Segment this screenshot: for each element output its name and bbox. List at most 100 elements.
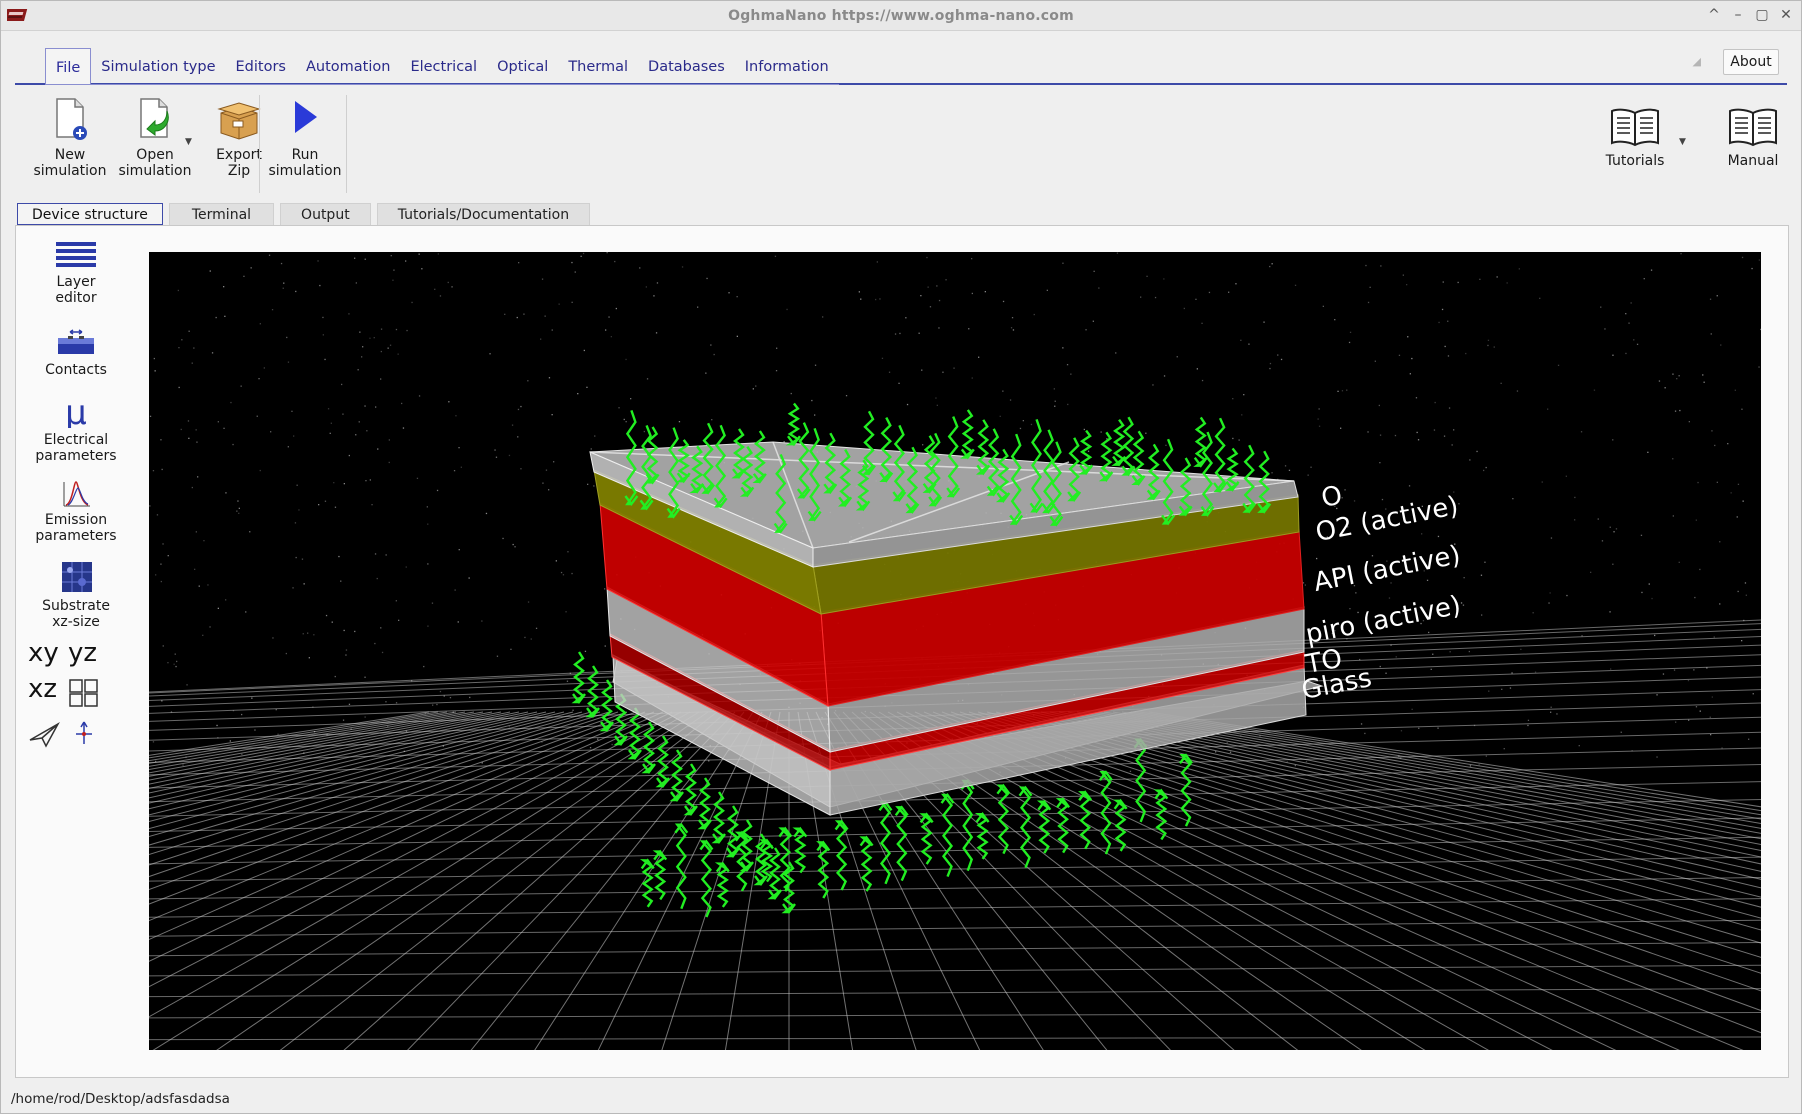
window-close-button[interactable]: ✕ (1777, 5, 1795, 25)
tutorials-dropdown-arrow-icon[interactable]: ▼ (1679, 137, 1686, 147)
star (1716, 481, 1718, 483)
star (584, 650, 587, 652)
emission-parameters-button[interactable]: Emission parameters (16, 478, 136, 544)
star (380, 378, 382, 380)
paper-plane-icon[interactable] (28, 720, 60, 748)
star (705, 372, 707, 374)
star (393, 269, 395, 271)
star (385, 554, 387, 556)
window-shade-button[interactable]: ^ (1705, 5, 1723, 25)
tab-device-structure[interactable]: Device structure (17, 203, 163, 225)
star (1443, 435, 1446, 437)
star (1408, 485, 1411, 487)
star (1360, 723, 1363, 725)
star (1434, 401, 1436, 404)
star (574, 271, 576, 273)
manual-label: Manual (1727, 153, 1779, 169)
star (292, 587, 294, 589)
star (1444, 345, 1446, 348)
star (240, 385, 242, 387)
new-simulation-button[interactable]: New simulation (29, 97, 111, 179)
star (1680, 253, 1682, 255)
about-button[interactable]: About (1723, 49, 1779, 75)
star (329, 432, 331, 434)
view-xy-button[interactable]: xy (28, 638, 59, 668)
window-maximize-button[interactable]: ▢ (1753, 5, 1771, 25)
star (1140, 296, 1142, 298)
star (562, 574, 565, 576)
star (643, 430, 645, 433)
star (405, 566, 407, 568)
menu-tab-optical[interactable]: Optical (487, 50, 558, 84)
star (1709, 716, 1711, 718)
star (1340, 427, 1342, 429)
star (237, 500, 239, 502)
substrate-size-button[interactable]: Substrate xz-size (16, 560, 136, 630)
star (938, 327, 940, 329)
star (160, 580, 162, 583)
menu-tab-simulation-type[interactable]: Simulation type (91, 50, 225, 84)
star (375, 406, 377, 408)
tab-terminal[interactable]: Terminal (168, 203, 275, 225)
photon-arrow (940, 793, 955, 878)
menu-tab-editors[interactable]: Editors (226, 50, 296, 84)
menu-tab-information[interactable]: Information (735, 50, 839, 84)
grid-line (149, 941, 1761, 957)
star (567, 551, 569, 553)
star (1574, 519, 1576, 521)
star (610, 336, 612, 338)
star (1527, 719, 1530, 721)
menu-tab-automation[interactable]: Automation (296, 50, 400, 84)
star (319, 284, 321, 287)
star (540, 338, 542, 340)
tutorials-button[interactable]: Tutorials (1595, 107, 1675, 169)
view-yz-button[interactable]: yz (68, 638, 97, 668)
star (1411, 357, 1413, 360)
axis-direction-icon[interactable] (72, 720, 96, 748)
star (1737, 590, 1739, 593)
device-3d-viewport[interactable]: O O2 (active) API (active) piro (active)… (149, 252, 1761, 1050)
star (250, 267, 252, 269)
window-minimize-button[interactable]: – (1729, 5, 1747, 25)
star (1481, 614, 1483, 616)
manual-button[interactable]: Manual (1713, 107, 1793, 169)
star (174, 653, 176, 655)
star (1500, 382, 1502, 384)
title-bar: OghmaNano https://www.oghma-nano.com ^ –… (1, 1, 1801, 31)
run-simulation-button[interactable]: Run simulation (265, 97, 345, 179)
star (1516, 390, 1519, 392)
grid-line (149, 964, 1761, 977)
view-xz-button[interactable]: xz (28, 674, 57, 704)
window-title: OghmaNano https://www.oghma-nano.com (728, 8, 1074, 24)
star (1030, 423, 1033, 426)
star (395, 600, 397, 602)
star (167, 555, 169, 557)
menu-tab-databases[interactable]: Databases (638, 50, 735, 84)
menu-tab-thermal[interactable]: Thermal (558, 50, 638, 84)
photon-arrow (960, 409, 975, 460)
tab-output[interactable]: Output (280, 203, 371, 225)
layer-editor-button[interactable]: Layer editor (16, 240, 136, 306)
contacts-button[interactable]: Contacts (16, 328, 136, 378)
star (1294, 764, 1296, 767)
star (942, 371, 944, 373)
star (1066, 364, 1069, 366)
grid-line (149, 711, 493, 777)
star (1070, 373, 1072, 375)
star (1437, 535, 1440, 538)
open-dropdown-arrow-icon[interactable]: ▼ (185, 137, 192, 147)
star (1604, 328, 1606, 330)
four-view-grid-icon[interactable] (68, 678, 100, 708)
menu-tab-electrical[interactable]: Electrical (400, 50, 487, 84)
star (1062, 347, 1064, 349)
tab-tutorials-documentation[interactable]: Tutorials/Documentation (376, 203, 591, 225)
star (1601, 540, 1604, 542)
star (188, 330, 190, 332)
star (1609, 526, 1611, 528)
star (1730, 492, 1732, 494)
star (1672, 458, 1674, 460)
menu-tab-file[interactable]: File (45, 48, 92, 84)
star (152, 470, 155, 472)
photon-arrow (711, 791, 726, 844)
electrical-parameters-button[interactable]: μ Electrical parameters (16, 394, 136, 464)
